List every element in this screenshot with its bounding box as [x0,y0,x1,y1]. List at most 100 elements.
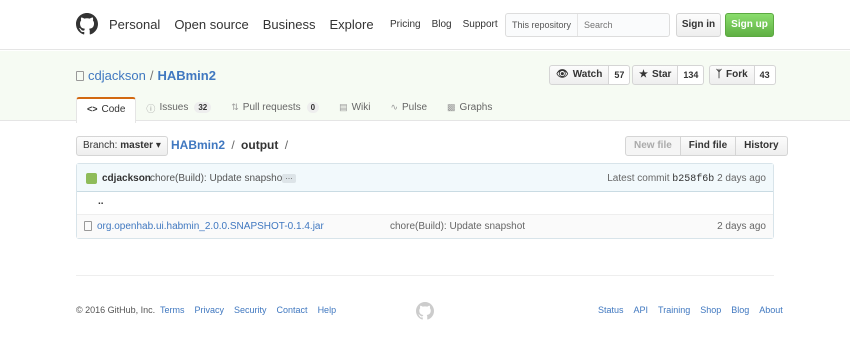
tab-issues[interactable]: ⓘ Issues 32 [136,97,221,122]
watch-button[interactable]: 👁 Watch [549,65,610,85]
nav-open-source[interactable]: Open source [174,17,248,32]
fork-group: ᛉ Fork 43 [709,65,776,85]
breadcrumb-root-link[interactable]: HABmin2 [171,138,225,152]
find-file-button[interactable]: Find file [680,136,737,156]
sign-in-button[interactable]: Sign in [676,13,721,37]
search-scope-label: This repository [506,14,579,36]
tab-wiki-label: Wiki [351,102,371,113]
star-button[interactable]: ★ Star [632,65,679,85]
file-commit-message[interactable]: chore(Build): Update snapshot [390,221,525,232]
file-actions: New file Find file History [625,136,788,156]
fork-icon: ᛉ [716,69,722,80]
footer-links-right: Status API Training Shop Blog About [598,305,783,315]
commit-message[interactable]: chore(Build): Update snapshot [150,173,285,184]
commit-expand-button[interactable]: … [282,173,296,183]
issues-counter: 32 [194,102,212,113]
footer-link-security[interactable]: Security [234,305,267,315]
file-table: cdjackson chore(Build): Update snapshot … [76,163,774,239]
breadcrumb-trailing-separator: / [284,138,289,152]
branch-selector[interactable]: Branch: master ▾ [76,136,168,156]
footer-copyright: © 2016 GitHub, Inc. [76,305,156,315]
nav-business[interactable]: Business [263,17,316,32]
commit-sha-link[interactable]: b258f6b [672,174,714,185]
book-icon: ▤ [339,102,348,112]
tab-pull-requests[interactable]: ⇅ Pull requests 0 [221,97,329,122]
repo-tabs: <> Code ⓘ Issues 32 ⇅ Pull requests 0 ▤ … [76,97,502,123]
branch-prefix: Branch: [83,140,118,151]
file-name-link[interactable]: org.openhab.ui.habmin_2.0.0.SNAPSHOT-0.1… [97,221,324,232]
branch-name: master [120,140,154,151]
repo-header: cdjackson / HABmin2 👁 Watch 57 ★ Star 13… [0,51,850,123]
eye-icon: 👁 [556,69,569,80]
file-icon [84,221,92,231]
breadcrumb-separator: / [231,138,235,152]
tab-pulse[interactable]: ∿ Pulse [380,97,437,122]
fork-button[interactable]: ᛉ Fork [709,65,755,85]
repo-owner-link[interactable]: cdjackson [88,68,146,83]
fork-label: Fork [726,69,748,80]
pull-request-icon: ⇅ [231,102,239,112]
graph-icon: ▩ [447,102,456,112]
pull-requests-counter: 0 [306,102,320,113]
breadcrumb-current: output [241,138,279,152]
breadcrumb: HABmin2 / output / [171,138,291,152]
star-group: ★ Star 134 [632,65,705,85]
new-file-button[interactable]: New file [625,136,681,156]
link-support[interactable]: Support [463,19,498,30]
repo-name-link[interactable]: HABmin2 [157,68,216,83]
footer-link-terms[interactable]: Terms [160,305,185,315]
footer-link-help[interactable]: Help [318,305,337,315]
tab-issues-label: Issues [159,102,189,113]
nav-personal[interactable]: Personal [109,17,160,32]
repo-icon [76,70,84,81]
fork-count[interactable]: 43 [754,65,776,85]
footer-link-status[interactable]: Status [598,305,624,315]
footer-link-blog[interactable]: Blog [731,305,749,315]
commit-tease: cdjackson chore(Build): Update snapshot … [77,164,773,192]
sign-up-button[interactable]: Sign up [725,13,774,37]
commit-age: 2 days ago [717,173,766,184]
watch-count[interactable]: 57 [609,65,631,85]
tab-wiki[interactable]: ▤ Wiki [329,97,380,122]
latest-commit: Latest commit b258f6b 2 days ago [607,173,766,185]
tab-graphs-label: Graphs [459,102,493,113]
table-row: org.openhab.ui.habmin_2.0.0.SNAPSHOT-0.1… [77,215,773,238]
watch-label: Watch [572,69,603,80]
tab-graphs[interactable]: ▩ Graphs [437,97,502,122]
footer-divider [76,275,774,276]
star-count[interactable]: 134 [678,65,705,85]
file-age: 2 days ago [717,221,766,232]
chevron-down-icon: ▾ [155,140,161,151]
parent-directory-row[interactable]: .. [77,192,773,215]
tab-pulse-label: Pulse [402,102,428,113]
parent-directory-link[interactable]: .. [98,196,104,207]
search-input[interactable] [578,20,659,30]
link-blog[interactable]: Blog [432,19,452,30]
footer-link-privacy[interactable]: Privacy [195,305,225,315]
main-nav: Personal Open source Business Explore [109,17,388,32]
header-links: Pricing Blog Support [390,19,509,30]
pulse-icon: ∿ [390,102,399,112]
footer-link-training[interactable]: Training [658,305,690,315]
star-label: Star [651,69,672,80]
footer-link-api[interactable]: API [634,305,649,315]
watch-group: 👁 Watch 57 [549,65,631,85]
repo-title-separator: / [149,68,154,83]
footer-link-shop[interactable]: Shop [700,305,721,315]
star-icon: ★ [639,69,648,80]
github-logo-icon[interactable] [76,13,98,35]
history-button[interactable]: History [736,136,788,156]
footer-links-left: Terms Privacy Security Contact Help [160,305,346,315]
search-box: This repository [505,13,670,37]
tab-code[interactable]: <> Code [76,97,137,123]
avatar[interactable] [86,173,97,184]
commit-author-link[interactable]: cdjackson [102,173,151,184]
footer-link-contact[interactable]: Contact [277,305,308,315]
github-footer-logo-icon[interactable] [416,302,434,320]
link-pricing[interactable]: Pricing [390,19,421,30]
nav-explore[interactable]: Explore [330,17,374,32]
tab-pull-requests-label: Pull requests [242,102,301,113]
issue-icon: ⓘ [146,104,156,114]
code-icon: <> [87,104,98,114]
footer-link-about[interactable]: About [759,305,783,315]
